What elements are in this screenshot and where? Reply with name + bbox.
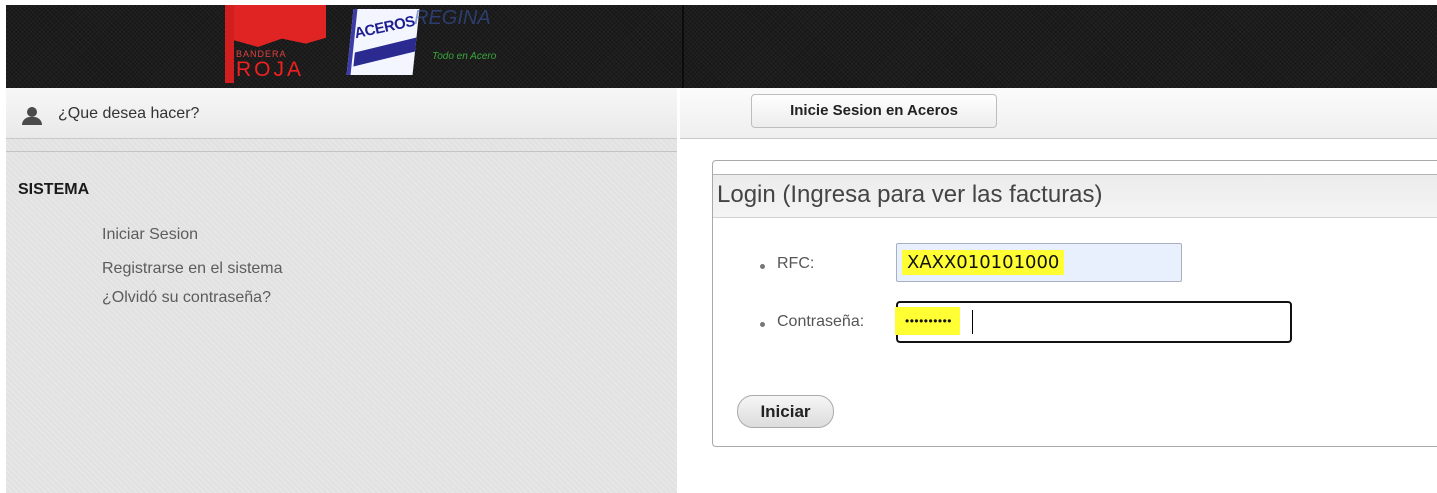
sidebar-title: ¿Que desea hacer? [58,105,200,122]
login-title: Login (Ingresa para ver las facturas) [717,181,1103,208]
top-banner: BANDERA ROJA ACEROS REGINA Todo en Acero [6,5,1437,88]
tab-inicie-sesion[interactable]: Inicie Sesion en Aceros [751,94,997,128]
section-title-sistema: SISTEMA [18,181,90,198]
rfc-input[interactable]: XAXX010101000 [896,243,1182,282]
iniciar-sesion-link[interactable]: Iniciar Sesion [102,226,198,244]
login-panel: Login (Ingresa para ver las facturas) RF… [712,160,1437,447]
password-input-value: •••••••••• [895,307,961,335]
login-titlebar: Login (Ingresa para ver las facturas) [713,174,1437,218]
password-bullet-icon [760,322,765,327]
password-label: Contraseña: [777,313,865,330]
bandera-roja-logo: BANDERA ROJA [220,5,326,84]
logo-tagline: Todo en Acero [432,51,497,62]
password-input[interactable]: •••••••••• [895,301,1292,343]
sidebar: ¿Que desea hacer? SISTEMA Iniciar Sesion… [6,88,677,493]
logo-roja-text: ROJA [236,58,305,81]
main-header: Inicie Sesion en Aceros [680,88,1437,139]
rfc-input-value: XAXX010101000 [902,250,1065,275]
aceros-regina-logo: ACEROS REGINA Todo en Acero [342,5,502,81]
sidebar-header: ¿Que desea hacer? [6,88,677,139]
logo-regina-text: REGINA [414,7,491,29]
rfc-bullet-icon [760,264,765,269]
registrarse-link[interactable]: Registrarse en el sistema [102,260,283,278]
iniciar-button[interactable]: Iniciar [737,395,834,428]
rfc-label: RFC: [777,255,815,272]
sidebar-divider [6,151,677,152]
banner-divider [682,5,684,88]
flag-icon [234,5,326,47]
user-icon [22,107,42,125]
flag-pole [225,5,234,83]
olvido-contrasena-link[interactable]: ¿Olvidó su contraseña? [102,289,271,307]
text-caret [972,310,973,334]
